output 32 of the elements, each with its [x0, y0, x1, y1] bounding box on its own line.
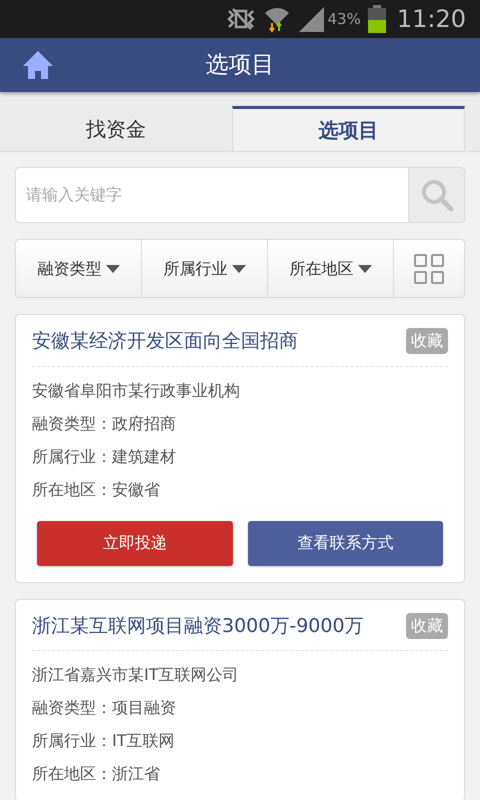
contact-button[interactable]: 查看联系方式	[248, 520, 443, 566]
signal-icon	[297, 5, 326, 33]
caret-icon	[232, 264, 246, 272]
caret-icon	[106, 264, 120, 272]
search-icon	[420, 178, 454, 212]
project-info: 安徽省阜阳市某行政事业机构	[32, 380, 241, 402]
filter-dropdown[interactable]: 融资类型	[16, 240, 142, 297]
vibrate-icon	[225, 7, 258, 31]
battery-icon	[366, 5, 387, 33]
search-button[interactable]	[409, 167, 465, 223]
page-title: 选项目	[206, 50, 274, 80]
tab[interactable]: 找资金	[0, 106, 232, 151]
project-info: 所属行业：建筑建材	[32, 446, 177, 468]
filter-dropdown[interactable]: 所在地区	[268, 240, 394, 297]
project-info: 融资类型：政府招商	[32, 412, 177, 434]
clock: 11:20	[396, 7, 466, 31]
wifi-icon	[263, 5, 292, 33]
grid-icon	[413, 252, 445, 284]
home-icon[interactable]	[22, 50, 54, 80]
project-info: 所在地区：浙江省	[32, 763, 161, 785]
project-info: 所在地区：安徽省	[32, 478, 161, 500]
filter-dropdown[interactable]: 所属行业	[142, 240, 268, 297]
project-info: 融资类型：项目融资	[32, 697, 177, 719]
project-title[interactable]: 浙江某互联网项目融资3000万-9000万	[32, 612, 364, 640]
caret-icon	[358, 264, 372, 272]
search-field[interactable]: 请输入关键字	[15, 167, 409, 223]
tab[interactable]: 选项目	[232, 106, 465, 151]
submit-button[interactable]: 立即投递	[37, 520, 232, 566]
project-info: 浙江省嘉兴市某IT互联网公司	[32, 664, 240, 686]
project-title[interactable]: 安徽某经济开发区面向全国招商	[32, 327, 298, 356]
project-info: 所属行业：IT互联网	[32, 730, 176, 752]
battery-percentage: 43%	[327, 8, 361, 30]
